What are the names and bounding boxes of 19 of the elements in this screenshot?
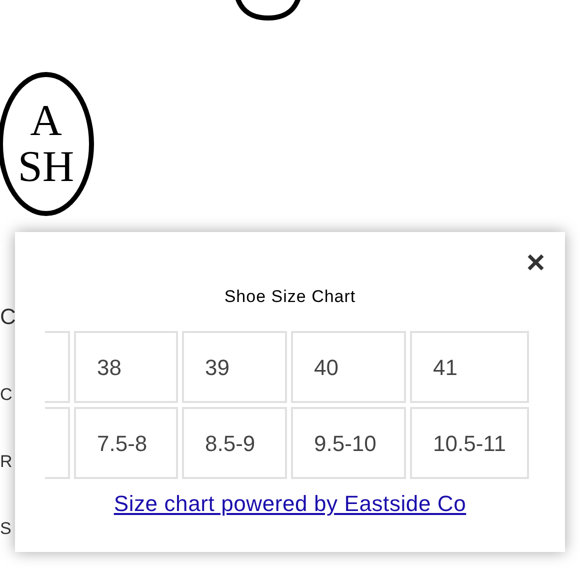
table-cell: [45, 331, 70, 403]
table-cell: [45, 407, 70, 479]
page-text: S: [0, 518, 12, 540]
logo-letter: A: [30, 99, 62, 143]
table-cell: 40: [291, 331, 406, 403]
powered-by-link[interactable]: Size chart powered by Eastside Co: [114, 487, 466, 520]
page-text: R: [0, 451, 12, 473]
table-cell: 9.5-10: [291, 407, 406, 479]
table-cell: 10.5-11: [410, 407, 529, 479]
page-text: C: [0, 384, 12, 406]
logo-letters: SH: [18, 145, 74, 189]
table-cell: 39: [182, 331, 287, 403]
table-cell: 8.5-9: [182, 407, 287, 479]
table-cell: 38: [74, 331, 178, 403]
dialog-title: Shoe Size Chart: [223, 286, 357, 308]
table-cell: 7.5-8: [74, 407, 178, 479]
page-text: C: [0, 303, 16, 331]
close-button[interactable]: ×: [526, 246, 545, 278]
table-cell: 41: [410, 331, 529, 403]
